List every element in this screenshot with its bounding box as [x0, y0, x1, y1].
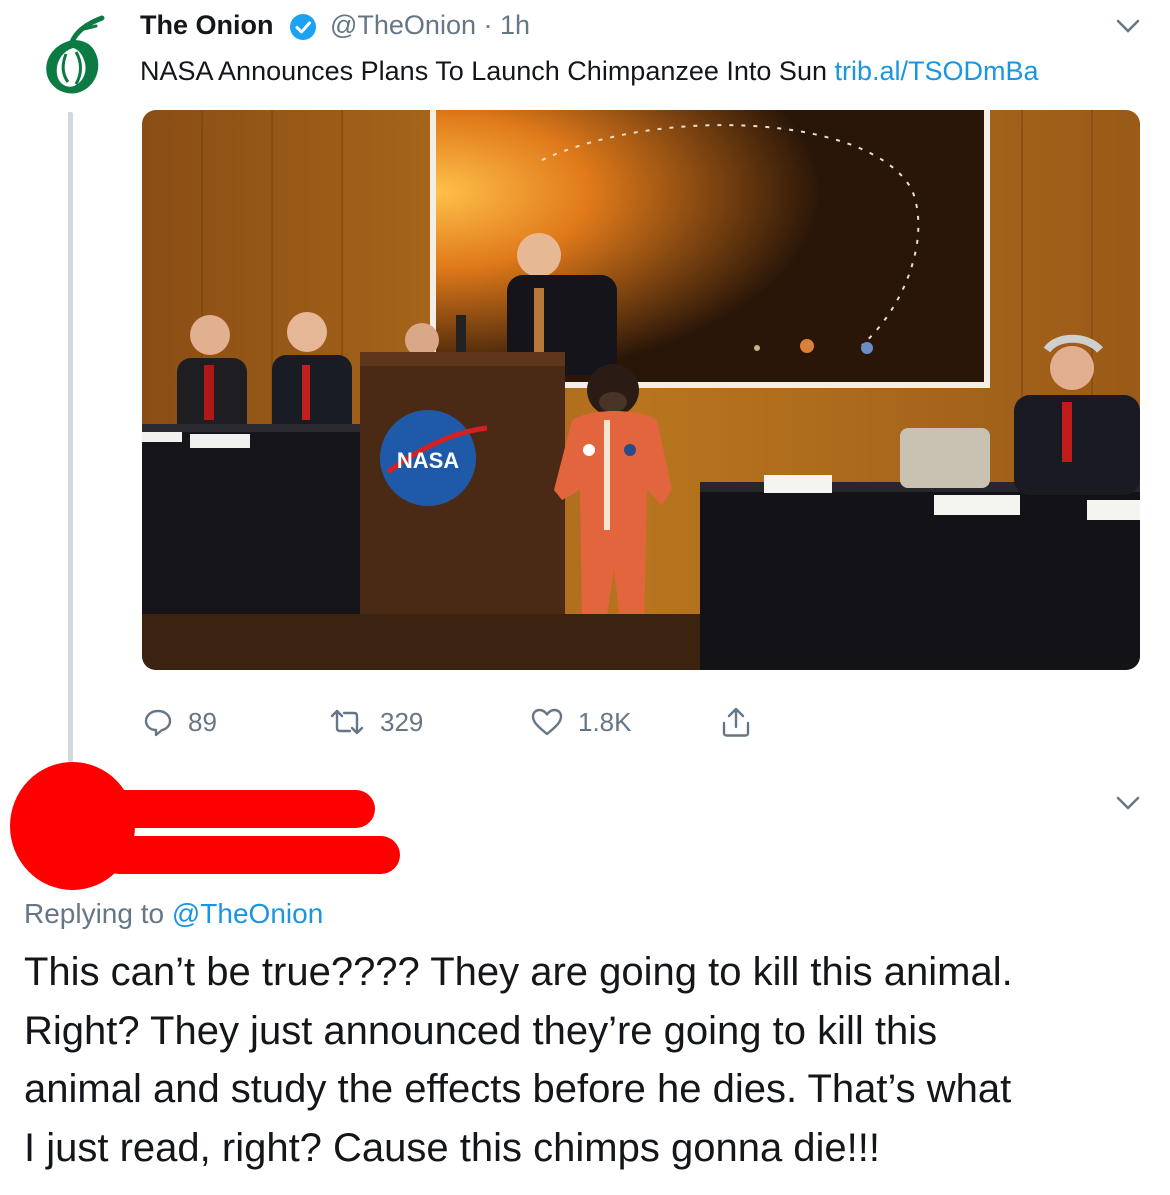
redacted-display-name	[100, 790, 375, 828]
tweet-headline: NASA Announces Plans To Launch Chimpanze…	[140, 56, 827, 86]
handle-and-time[interactable]: @TheOnion · 1h	[330, 10, 530, 41]
reply-line: Right? They just announced they’re going…	[24, 1008, 938, 1053]
chevron-down-icon[interactable]	[1115, 18, 1141, 34]
redacted-handle	[100, 836, 400, 874]
like-action[interactable]: 1.8K	[530, 700, 632, 744]
tweet-photo[interactable]: NASA	[142, 110, 1140, 670]
redacted-user-header	[0, 750, 420, 900]
tweet-text: NASA Announces Plans To Launch Chimpanze…	[140, 56, 1039, 87]
display-name[interactable]: The Onion	[140, 10, 273, 41]
reply-count: 89	[188, 706, 217, 737]
reply-line: animal and study the effects before he d…	[24, 1067, 1012, 1111]
tweet-action-bar: 89 329 1.8K	[142, 700, 782, 744]
retweet-icon	[330, 709, 364, 735]
retweet-action[interactable]: 329	[328, 700, 423, 744]
thread-connector-line	[68, 112, 73, 762]
nasa-logo-text: NASA	[397, 448, 459, 473]
share-action[interactable]	[720, 700, 752, 744]
replying-to-handle[interactable]: @TheOnion	[172, 898, 323, 929]
verified-badge-icon	[290, 14, 316, 40]
chevron-down-icon[interactable]	[1115, 795, 1141, 811]
retweet-count: 329	[380, 706, 424, 737]
onion-logo-icon[interactable]	[36, 14, 110, 96]
reply-text: This can’t be true???? They are going to…	[24, 943, 1149, 1177]
share-icon	[722, 707, 750, 737]
tweet-link[interactable]: trib.al/TSODmBa	[835, 56, 1039, 86]
reply-action[interactable]: 89	[142, 700, 217, 744]
heart-icon	[531, 708, 563, 736]
reply-icon	[144, 709, 172, 737]
replying-to: Replying to @TheOnion	[24, 898, 323, 930]
replying-to-label: Replying to	[24, 898, 165, 929]
like-count: 1.8K	[578, 706, 632, 737]
reply-line: I just read, right? Cause this chimps go…	[24, 1125, 881, 1170]
reply-line: This can’t be true???? They are going to…	[24, 950, 1013, 994]
